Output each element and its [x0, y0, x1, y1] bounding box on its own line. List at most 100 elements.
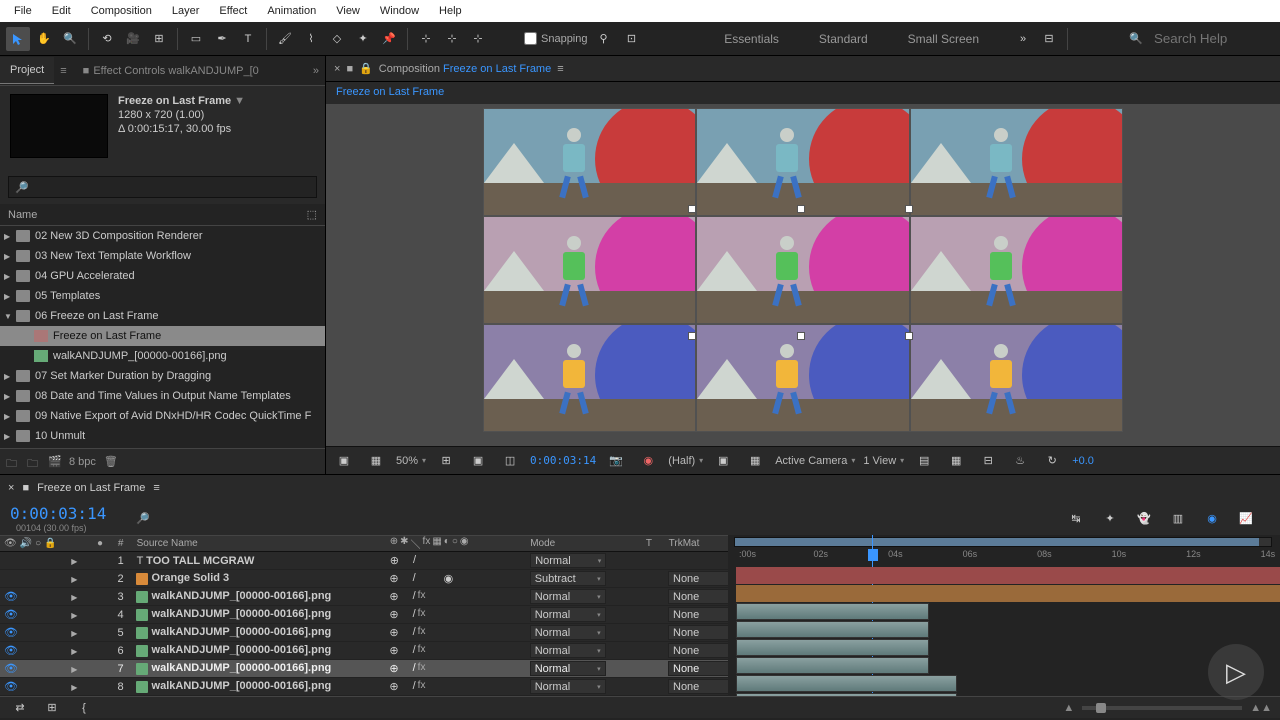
- tree-row[interactable]: ▶08 Date and Time Values in Output Name …: [0, 386, 325, 406]
- always-preview-icon[interactable]: ▣: [332, 449, 356, 473]
- world-axis-icon[interactable]: ⊹: [440, 27, 464, 51]
- selection-tool-icon[interactable]: [6, 27, 30, 51]
- viewer-tab-label[interactable]: Composition Freeze on Last Frame: [379, 63, 551, 75]
- workspace-more-icon[interactable]: »: [1011, 27, 1035, 51]
- tree-row[interactable]: ▶10 Unmult: [0, 426, 325, 446]
- layer-twirl-icon[interactable]: ▶: [71, 593, 77, 602]
- layer-bar[interactable]: [736, 639, 929, 656]
- layer-name[interactable]: Orange Solid 3: [130, 572, 389, 584]
- resolution-dropdown[interactable]: (Half): [668, 455, 703, 467]
- hand-tool-icon[interactable]: ✋: [32, 27, 56, 51]
- project-search-input[interactable]: 🔎: [8, 176, 317, 198]
- workspace-small-screen[interactable]: Small Screen: [908, 32, 979, 46]
- shy-icon[interactable]: 👻: [1132, 506, 1156, 530]
- toggle-modes-icon[interactable]: ⊞: [40, 696, 64, 720]
- layer-bar[interactable]: [736, 693, 957, 696]
- layer-row[interactable]: ▶2 Orange Solid 3⊕/◉SubtractNone: [0, 570, 728, 588]
- zoom-dropdown[interactable]: 50%: [396, 455, 426, 467]
- timeline-tab[interactable]: Freeze on Last Frame: [37, 482, 145, 494]
- comp-mini-flow-icon[interactable]: ↹: [1064, 506, 1088, 530]
- layer-bar[interactable]: [736, 603, 929, 620]
- timeline-menu-icon[interactable]: ≡: [153, 482, 159, 494]
- graph-editor-icon[interactable]: 📈: [1234, 506, 1258, 530]
- interpret-icon[interactable]: 🗀: [6, 455, 19, 468]
- tree-row[interactable]: ▶07 Set Marker Duration by Dragging: [0, 366, 325, 386]
- timeline-icon[interactable]: ⊟: [976, 449, 1000, 473]
- menu-help[interactable]: Help: [429, 2, 472, 20]
- layer-bar[interactable]: [736, 657, 929, 674]
- tree-row[interactable]: Freeze on Last Frame: [0, 326, 325, 346]
- tab-project[interactable]: Project: [0, 57, 54, 84]
- flowchart-icon[interactable]: ♨: [1008, 449, 1032, 473]
- workspace-standard[interactable]: Standard: [819, 32, 868, 46]
- search-icon[interactable]: 🔍: [1124, 27, 1148, 51]
- menu-composition[interactable]: Composition: [81, 2, 162, 20]
- grid-overlay-icon[interactable]: ▦: [743, 449, 767, 473]
- workspace-reset-icon[interactable]: ⊟: [1037, 27, 1061, 51]
- tree-row[interactable]: ▶04 GPU Accelerated: [0, 266, 325, 286]
- layer-twirl-icon[interactable]: ▶: [71, 557, 77, 566]
- menu-layer[interactable]: Layer: [162, 2, 210, 20]
- safe-zones-icon[interactable]: ▣: [466, 449, 490, 473]
- layer-name[interactable]: walkANDJUMP_[00000-00166].png: [130, 644, 389, 656]
- zoom-tool-icon[interactable]: 🔍: [58, 27, 82, 51]
- menu-animation[interactable]: Animation: [257, 2, 326, 20]
- lock-icon[interactable]: 🔒: [359, 62, 373, 75]
- play-overlay-icon[interactable]: ▷: [1208, 644, 1264, 700]
- layer-row[interactable]: 👁▶4 walkANDJUMP_[00000-00166].png⊕/fxNor…: [0, 606, 728, 624]
- text-tool-icon[interactable]: T: [236, 27, 260, 51]
- layer-row[interactable]: 👁▶8 walkANDJUMP_[00000-00166].png⊕/fxNor…: [0, 678, 728, 696]
- snapping-toggle[interactable]: Snapping ⚲ ⊡: [524, 27, 644, 51]
- layer-row[interactable]: ▶1T TOO TALL MCGRAW⊕/Normal: [0, 552, 728, 570]
- pan-behind-tool-icon[interactable]: ⊞: [147, 27, 171, 51]
- bpc-button[interactable]: 8 bpc: [69, 456, 96, 468]
- menu-edit[interactable]: Edit: [42, 2, 81, 20]
- tree-row[interactable]: ▼06 Freeze on Last Frame: [0, 306, 325, 326]
- roto-tool-icon[interactable]: ✦: [351, 27, 375, 51]
- eraser-tool-icon[interactable]: ◇: [325, 27, 349, 51]
- blend-mode-dropdown[interactable]: Normal: [530, 661, 606, 676]
- blend-mode-dropdown[interactable]: Normal: [530, 625, 606, 640]
- layer-twirl-icon[interactable]: ▶: [71, 647, 77, 656]
- layer-row[interactable]: 👁▶7 walkANDJUMP_[00000-00166].png⊕/fxNor…: [0, 660, 728, 678]
- snapping-checkbox[interactable]: [524, 32, 537, 45]
- visibility-toggle[interactable]: 👁: [4, 590, 16, 603]
- playhead-icon[interactable]: [868, 549, 878, 561]
- menu-window[interactable]: Window: [370, 2, 429, 20]
- layer-bar[interactable]: [736, 675, 957, 692]
- layer-row[interactable]: 👁▶5 walkANDJUMP_[00000-00166].png⊕/fxNor…: [0, 624, 728, 642]
- shape-tool-icon[interactable]: ▭: [184, 27, 208, 51]
- mask-toggle-icon[interactable]: ◫: [498, 449, 522, 473]
- layer-name[interactable]: walkANDJUMP_[00000-00166].png: [130, 662, 389, 674]
- layer-twirl-icon[interactable]: ▶: [71, 575, 77, 584]
- layer-name[interactable]: walkANDJUMP_[00000-00166].png: [130, 608, 389, 620]
- orbit-tool-icon[interactable]: ⟲: [95, 27, 119, 51]
- zoom-in-icon[interactable]: ▲▲: [1250, 702, 1272, 714]
- blend-mode-dropdown[interactable]: Subtract: [530, 571, 606, 586]
- motion-blur-icon[interactable]: ◉: [1200, 506, 1224, 530]
- views-dropdown[interactable]: 1 View: [863, 455, 904, 467]
- layer-twirl-icon[interactable]: ▶: [71, 611, 77, 620]
- camera-tool-icon[interactable]: 🎥: [121, 27, 145, 51]
- layer-bar[interactable]: [736, 567, 1280, 584]
- layer-name[interactable]: walkANDJUMP_[00000-00166].png: [130, 626, 389, 638]
- menu-file[interactable]: File: [4, 2, 42, 20]
- timeline-zoom-slider[interactable]: ▲ ▲▲: [1063, 702, 1272, 714]
- viewer-timecode[interactable]: 0:00:03:14: [530, 454, 596, 467]
- timeline-timecode[interactable]: 0:00:03:14: [10, 504, 106, 523]
- blend-mode-dropdown[interactable]: Normal: [530, 553, 606, 568]
- breadcrumb[interactable]: Freeze on Last Frame: [336, 86, 444, 98]
- eye-col-icon[interactable]: 👁: [4, 538, 17, 549]
- tree-row[interactable]: ▶05 Templates: [0, 286, 325, 306]
- new-folder-icon[interactable]: 🗀: [27, 455, 40, 468]
- tree-row[interactable]: ▶09 Native Export of Avid DNxHD/HR Codec…: [0, 406, 325, 426]
- timeline-tab-close-icon[interactable]: ×: [8, 482, 14, 494]
- tree-row[interactable]: walkANDJUMP_[00000-00166].png: [0, 346, 325, 366]
- menu-effect[interactable]: Effect: [209, 2, 257, 20]
- camera-dropdown[interactable]: Active Camera: [775, 455, 855, 467]
- tab-close-icon[interactable]: ×: [334, 63, 340, 75]
- blend-mode-dropdown[interactable]: Normal: [530, 643, 606, 658]
- toggle-in-out-icon[interactable]: {: [72, 696, 96, 720]
- visibility-toggle[interactable]: 👁: [4, 644, 16, 657]
- new-comp-icon[interactable]: 🎬: [48, 455, 61, 468]
